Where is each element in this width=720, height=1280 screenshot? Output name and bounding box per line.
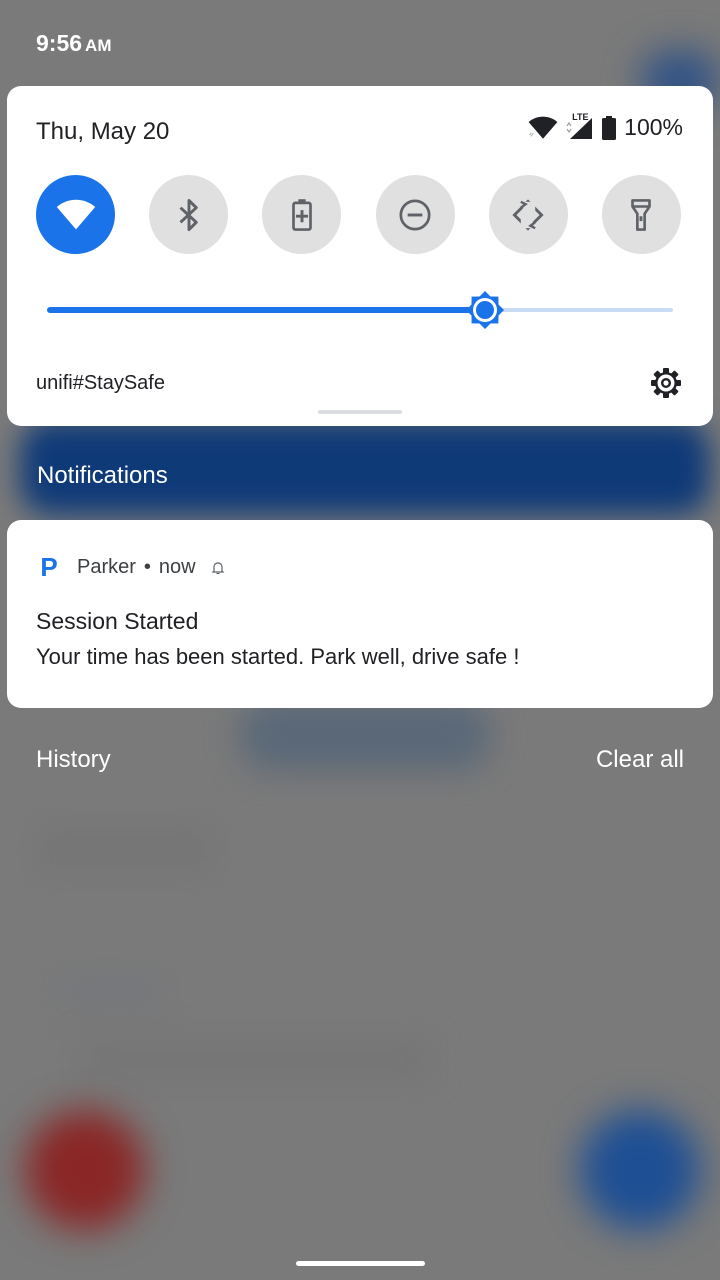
battery-percent: 100% — [624, 114, 683, 140]
background-blur — [240, 700, 490, 770]
clock-time: 9:56 — [36, 30, 83, 56]
qs-expand-handle[interactable] — [318, 410, 402, 414]
gesture-nav-handle[interactable] — [296, 1261, 425, 1266]
bluetooth-tile[interactable] — [149, 175, 229, 254]
notification-separator: • — [143, 556, 151, 578]
notification-app-name: Parker — [77, 556, 136, 578]
background-blur — [60, 975, 160, 1005]
bell-icon — [211, 561, 225, 574]
history-button[interactable]: History — [36, 746, 111, 774]
cell-signal-icon: LTE — [566, 112, 594, 140]
battery-saver-tile[interactable] — [262, 175, 342, 254]
do-not-disturb-tile[interactable] — [375, 175, 455, 254]
qs-status-icons: LTE 100% — [528, 112, 683, 141]
status-bar-time: 9:56 AM — [36, 30, 112, 57]
brightness-slider[interactable] — [47, 290, 673, 330]
bluetooth-icon — [179, 198, 198, 231]
background-blur — [40, 830, 210, 870]
settings-button[interactable] — [649, 366, 683, 400]
flashlight-icon — [631, 198, 652, 231]
brightness-fill — [47, 307, 486, 313]
brightness-sun-icon — [466, 291, 505, 329]
app-logo-icon: P — [40, 552, 58, 582]
notifications-header: Notifications — [37, 462, 168, 489]
notification-card[interactable]: P Parker • now Session Started Your time… — [7, 520, 713, 708]
gear-icon — [651, 368, 681, 398]
quick-settings-panel: Thu, May 20 LTE 100% unifi#StaySafe — [7, 86, 713, 426]
wifi-network-name[interactable]: unifi#StaySafe — [36, 372, 165, 395]
qs-date[interactable]: Thu, May 20 — [36, 118, 169, 146]
wifi-icon — [56, 199, 95, 229]
flashlight-tile[interactable] — [601, 175, 681, 254]
wifi-tile[interactable] — [36, 175, 115, 254]
battery-saver-icon — [292, 198, 312, 231]
notification-time: now — [158, 556, 196, 578]
wifi-signal-icon — [528, 116, 558, 139]
auto-rotate-icon — [512, 198, 544, 231]
auto-rotate-tile[interactable] — [488, 175, 568, 254]
background-blur — [25, 1110, 145, 1230]
notification-title: Session Started — [36, 608, 199, 634]
background-blur — [80, 1040, 430, 1080]
do-not-disturb-icon — [399, 198, 431, 231]
qs-tiles-row — [36, 175, 681, 255]
notification-app-row: P Parker • now — [37, 552, 226, 583]
clock-ampm: AM — [85, 36, 112, 55]
clear-all-button[interactable]: Clear all — [596, 746, 684, 774]
notification-text: Your time has been started. Park well, d… — [36, 644, 520, 669]
brightness-thumb[interactable] — [465, 290, 505, 330]
background-blur — [580, 1110, 700, 1230]
battery-icon — [602, 115, 617, 140]
